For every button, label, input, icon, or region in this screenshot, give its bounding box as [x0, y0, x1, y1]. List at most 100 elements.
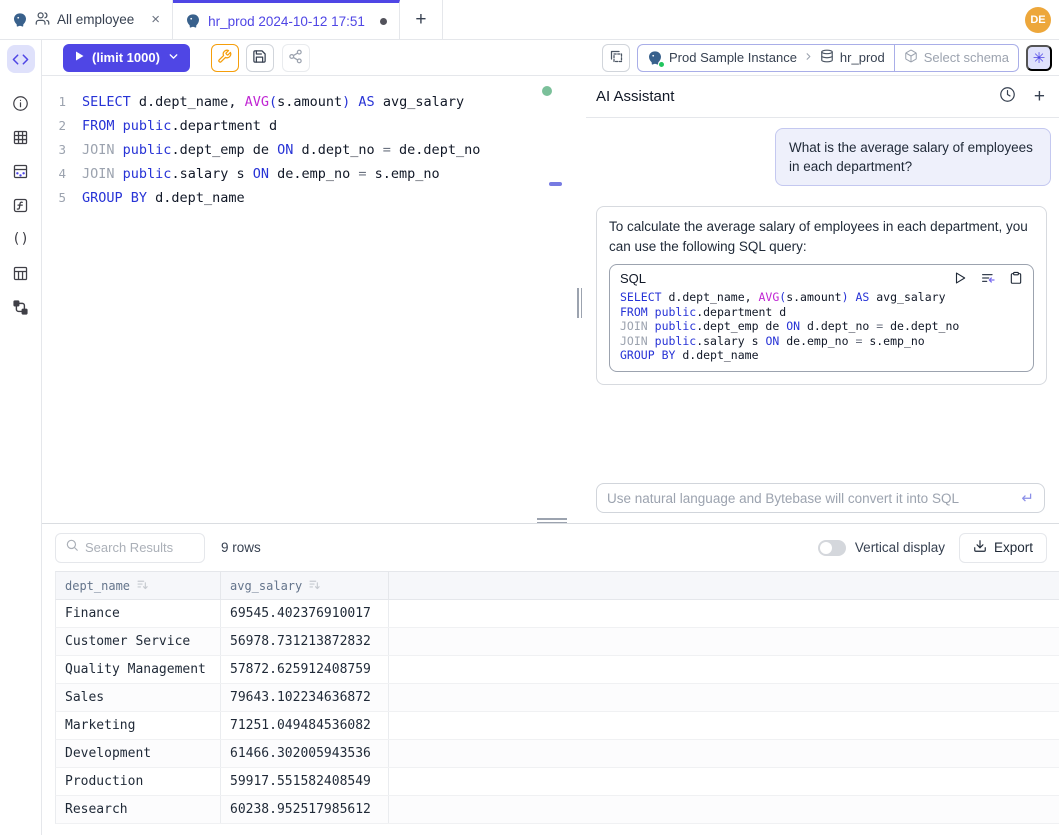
insert-into-editor-button[interactable] [980, 270, 996, 286]
results-panel: 9 rows Vertical display Export dept_name… [42, 523, 1059, 835]
parentheses-icon: () [12, 231, 29, 247]
avatar[interactable]: DE [1025, 7, 1051, 33]
cell-avg-salary[interactable]: 79643.102234636872 [221, 684, 389, 711]
editor-lines: 1SELECT d.dept_name, AVG(s.amount) AS av… [42, 90, 570, 210]
cell-avg-salary[interactable]: 60238.952517985612 [221, 796, 389, 823]
rows-count: 9 rows [221, 540, 261, 555]
sidebar-item-data[interactable] [7, 157, 35, 185]
connection-breadcrumb: Prod Sample Instance hr_prod Select sche… [637, 44, 1019, 72]
table-row[interactable]: Development61466.302005943536 [55, 740, 1059, 768]
chevron-down-icon[interactable] [167, 50, 180, 66]
results-table-body: Finance69545.402376910017Customer Servic… [55, 600, 1059, 824]
code-line: 1SELECT d.dept_name, AVG(s.amount) AS av… [42, 90, 570, 114]
wrench-icon [217, 49, 232, 67]
tab-all-employee[interactable]: All employee × [0, 0, 173, 39]
ai-assistant-header: AI Assistant + [586, 76, 1059, 118]
close-icon[interactable]: × [151, 11, 160, 28]
sidebar-item-tables[interactable] [7, 123, 35, 151]
column-label: dept_name [65, 579, 130, 593]
postgres-icon [647, 50, 663, 66]
openai-icon: ✳ [1033, 49, 1046, 67]
code-line: FROM public.department d [620, 305, 1023, 320]
vertical-resize-handle[interactable] [577, 288, 584, 318]
instance-database-selector[interactable]: Prod Sample Instance hr_prod [638, 49, 894, 66]
cell-dept-name[interactable]: Research [56, 796, 221, 823]
table-row[interactable]: Quality Management57872.625912408759 [55, 656, 1059, 684]
code-line: 2FROM public.department d [42, 114, 570, 138]
run-query-button[interactable]: (limit 1000) [63, 44, 190, 72]
run-code-button[interactable] [953, 271, 967, 285]
scrollbar-marker[interactable] [549, 182, 562, 186]
cell-avg-salary[interactable]: 56978.731213872832 [221, 628, 389, 655]
instance-name: Prod Sample Instance [669, 50, 797, 65]
sidebar-item-info[interactable] [7, 89, 35, 117]
sidebar-item-schema-diagram[interactable] [7, 293, 35, 321]
cell-avg-salary[interactable]: 71251.049484536082 [221, 712, 389, 739]
code-icon [12, 51, 29, 68]
sidebar-item-procedures[interactable]: () [7, 225, 35, 253]
schema-placeholder: Select schema [924, 50, 1009, 65]
sort-icon [308, 578, 321, 594]
enter-icon[interactable]: ↵ [1021, 489, 1034, 507]
table-row[interactable]: Customer Service56978.731213872832 [55, 628, 1059, 656]
sql-code-block: SQL SELECT d.dept_name, AVG(s.amount) AS… [609, 264, 1034, 372]
sidebar-item-views[interactable] [7, 259, 35, 287]
batch-query-icon [609, 49, 624, 67]
results-table-header: dept_name avg_salary [55, 571, 1059, 600]
table-row[interactable]: Research60238.952517985612 [55, 796, 1059, 824]
cell-dept-name[interactable]: Customer Service [56, 628, 221, 655]
ai-assistant-panel: AI Assistant + What is the average salar… [586, 76, 1059, 523]
new-chat-button[interactable]: + [1034, 87, 1045, 106]
ai-assistant-button[interactable]: ✳ [1026, 45, 1052, 71]
search-icon [65, 538, 79, 557]
cell-avg-salary[interactable]: 59917.551582408549 [221, 768, 389, 795]
table-row[interactable]: Sales79643.102234636872 [55, 684, 1059, 712]
cell-dept-name[interactable]: Finance [56, 600, 221, 627]
line-number: 3 [42, 138, 82, 162]
cell-dept-name[interactable]: Quality Management [56, 656, 221, 683]
sql-editor[interactable]: 1SELECT d.dept_name, AVG(s.amount) AS av… [42, 76, 570, 523]
copy-code-button[interactable] [1009, 271, 1023, 285]
code-line: 3JOIN public.dept_emp de ON d.dept_no = … [42, 138, 570, 162]
instance-status-dot [658, 61, 665, 68]
column-header-dept-name[interactable]: dept_name [56, 572, 221, 599]
tab-label: hr_prod 2024-10-12 17:51 [208, 14, 365, 29]
sidebar-item-editor[interactable] [7, 45, 35, 73]
cell-dept-name[interactable]: Development [56, 740, 221, 767]
run-label: (limit 1000) [92, 50, 160, 65]
new-tab-button[interactable]: + [400, 0, 443, 39]
table-row[interactable]: Finance69545.402376910017 [55, 600, 1059, 628]
search-results-input[interactable] [85, 540, 195, 555]
sidebar-item-functions[interactable] [7, 191, 35, 219]
download-icon [973, 539, 987, 556]
save-sheet-button[interactable] [246, 44, 274, 72]
postgres-icon [12, 12, 28, 28]
cell-avg-salary[interactable]: 61466.302005943536 [221, 740, 389, 767]
ai-prompt-input[interactable] [607, 491, 1021, 506]
history-button[interactable] [999, 86, 1016, 108]
results-toolbar: 9 rows Vertical display Export [42, 524, 1059, 571]
share-button[interactable] [282, 44, 310, 72]
format-sql-button[interactable] [211, 44, 239, 72]
clock-icon [999, 86, 1016, 108]
batch-query-button[interactable] [602, 44, 630, 72]
tab-bar: All employee × hr_prod 2024-10-12 17:51 … [0, 0, 1059, 40]
cell-dept-name[interactable]: Sales [56, 684, 221, 711]
connection-status-dot [542, 86, 552, 96]
table-row[interactable]: Marketing71251.049484536082 [55, 712, 1059, 740]
cell-avg-salary[interactable]: 69545.402376910017 [221, 600, 389, 627]
table-grid-icon [12, 129, 29, 146]
ai-prompt-inputbox: ↵ [596, 483, 1045, 513]
cell-dept-name[interactable]: Marketing [56, 712, 221, 739]
cell-avg-salary[interactable]: 57872.625912408759 [221, 656, 389, 683]
code-language-label: SQL [620, 271, 646, 286]
column-header-avg-salary[interactable]: avg_salary [221, 572, 389, 599]
schema-selector[interactable]: Select schema [894, 45, 1018, 71]
table-row[interactable]: Production59917.551582408549 [55, 768, 1059, 796]
tab-hr-prod[interactable]: hr_prod 2024-10-12 17:51 [173, 0, 400, 39]
play-icon [73, 50, 85, 65]
vertical-display-toggle[interactable] [818, 540, 846, 556]
cell-dept-name[interactable]: Production [56, 768, 221, 795]
ai-assistant-title: AI Assistant [596, 88, 981, 105]
export-button[interactable]: Export [959, 533, 1047, 563]
